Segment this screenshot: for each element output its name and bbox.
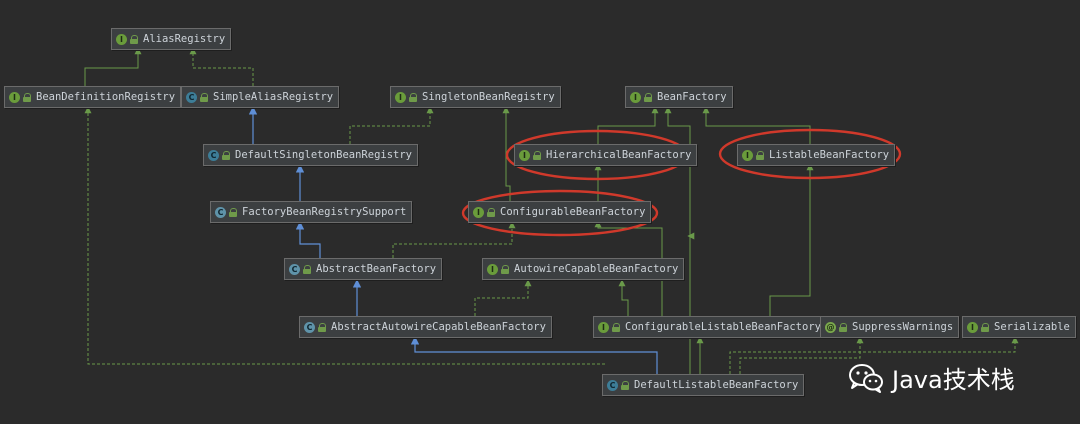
class-icon: C xyxy=(186,91,197,103)
watermark: Java技术栈 xyxy=(848,360,1015,395)
node-label: BeanFactory xyxy=(657,91,727,103)
node-default-listable-bean-factory[interactable]: C DefaultListableBeanFactory xyxy=(602,374,805,396)
watermark-text: Java技术栈 xyxy=(892,366,1015,394)
edge-abf-fbrs xyxy=(295,221,321,258)
node-label: BeanDefinitionRegistry xyxy=(36,91,176,103)
edge-clbf-lbf xyxy=(769,163,814,316)
node-listable-bean-factory[interactable]: I ListableBeanFactory xyxy=(737,144,896,166)
interface-icon: I xyxy=(9,91,20,103)
node-bean-factory[interactable]: I BeanFactory xyxy=(625,86,733,108)
node-label: HierarchicalBeanFactory xyxy=(546,149,692,161)
node-autowire-capable-bean-factory[interactable]: I AutowireCapableBeanFactory xyxy=(482,258,685,280)
node-alias-registry[interactable]: I AliasRegistry xyxy=(111,28,232,50)
lock-icon xyxy=(839,322,848,332)
node-label: FactoryBeanRegistrySupport xyxy=(242,206,407,218)
lock-icon xyxy=(229,207,238,217)
node-hierarchical-bean-factory[interactable]: I HierarchicalBeanFactory xyxy=(514,144,698,166)
lock-icon xyxy=(318,322,327,332)
edge-bdr-alias xyxy=(84,47,142,86)
node-label: AliasRegistry xyxy=(143,33,226,45)
edge-aacbf-acbf xyxy=(474,279,532,316)
node-factory-bean-registry-support[interactable]: C FactoryBeanRegistrySupport xyxy=(210,201,413,223)
class-icon: C xyxy=(208,149,219,161)
node-configurable-bean-factory[interactable]: I ConfigurableBeanFactory xyxy=(468,201,652,223)
lock-icon xyxy=(303,264,312,274)
interface-icon: I xyxy=(598,321,609,333)
lock-icon xyxy=(612,322,621,332)
node-label: AbstractAutowireCapableBeanFactory xyxy=(331,321,546,333)
lock-icon xyxy=(621,380,630,390)
interface-icon: I xyxy=(487,263,498,275)
lock-icon xyxy=(23,92,32,102)
lock-icon xyxy=(200,92,209,102)
lock-icon xyxy=(222,150,231,160)
node-label: DefaultListableBeanFactory xyxy=(634,379,799,391)
interface-icon: I xyxy=(116,33,127,45)
lock-icon xyxy=(981,322,990,332)
node-simple-alias-registry[interactable]: C SimpleAliasRegistry xyxy=(181,86,340,108)
node-label: DefaultSingletonBeanRegistry xyxy=(235,149,413,161)
abstract-class-icon: C xyxy=(304,321,315,333)
abstract-class-icon: C xyxy=(289,263,300,275)
edge-sar-alias xyxy=(189,47,254,86)
node-default-singleton-bean-registry[interactable]: C DefaultSingletonBeanRegistry xyxy=(203,144,419,166)
node-abstract-bean-factory[interactable]: C AbstractBeanFactory xyxy=(284,258,443,280)
interface-icon: I xyxy=(630,91,641,103)
node-suppress-warnings[interactable]: @ SuppressWarnings xyxy=(820,316,960,338)
node-label: SingletonBeanRegistry xyxy=(422,91,555,103)
edge-dsbr-sbr xyxy=(349,106,434,144)
abstract-class-icon: C xyxy=(215,206,226,218)
edge-dlbf-sw xyxy=(739,336,864,374)
wechat-icon xyxy=(849,363,883,393)
interface-icon: I xyxy=(742,149,753,161)
node-abstract-autowire-capable-bean-factory[interactable]: C AbstractAutowireCapableBeanFactory xyxy=(299,316,552,338)
node-singleton-bean-registry[interactable]: I SingletonBeanRegistry xyxy=(390,86,561,108)
lock-icon xyxy=(533,150,542,160)
node-label: SimpleAliasRegistry xyxy=(213,91,334,103)
interface-icon: I xyxy=(967,321,978,333)
edge-clbf-acbf xyxy=(618,279,629,316)
lock-icon xyxy=(501,264,510,274)
node-label: ConfigurableListableBeanFactory xyxy=(625,321,821,333)
node-label: AbstractBeanFactory xyxy=(316,263,437,275)
interface-icon: I xyxy=(519,149,530,161)
node-label: Serializable xyxy=(994,321,1070,333)
lock-icon xyxy=(487,207,496,217)
node-configurable-listable-bean-factory[interactable]: I ConfigurableListableBeanFactory xyxy=(593,316,827,338)
node-label: AutowireCapableBeanFactory xyxy=(514,263,679,275)
node-bean-definition-registry[interactable]: I BeanDefinitionRegistry xyxy=(4,86,182,108)
lock-icon xyxy=(130,34,139,44)
interface-icon: I xyxy=(473,206,484,218)
edge-lbf-bf xyxy=(702,106,811,144)
edge-dlbf-clbf xyxy=(687,232,695,374)
node-label: SuppressWarnings xyxy=(852,321,954,333)
node-label: ListableBeanFactory xyxy=(769,149,890,161)
class-icon: C xyxy=(607,379,618,391)
interface-icon: I xyxy=(395,91,406,103)
lock-icon xyxy=(644,92,653,102)
node-serializable[interactable]: I Serializable xyxy=(962,316,1076,338)
node-label: ConfigurableBeanFactory xyxy=(500,206,646,218)
edge-acbf-bf xyxy=(664,106,691,258)
edge-dlbf-aacbf xyxy=(410,336,658,374)
edge-hbf-bf xyxy=(597,106,659,144)
lock-icon xyxy=(756,150,765,160)
lock-icon xyxy=(409,92,418,102)
annotation-icon: @ xyxy=(825,321,836,333)
edge-abf-cbf xyxy=(392,221,516,258)
